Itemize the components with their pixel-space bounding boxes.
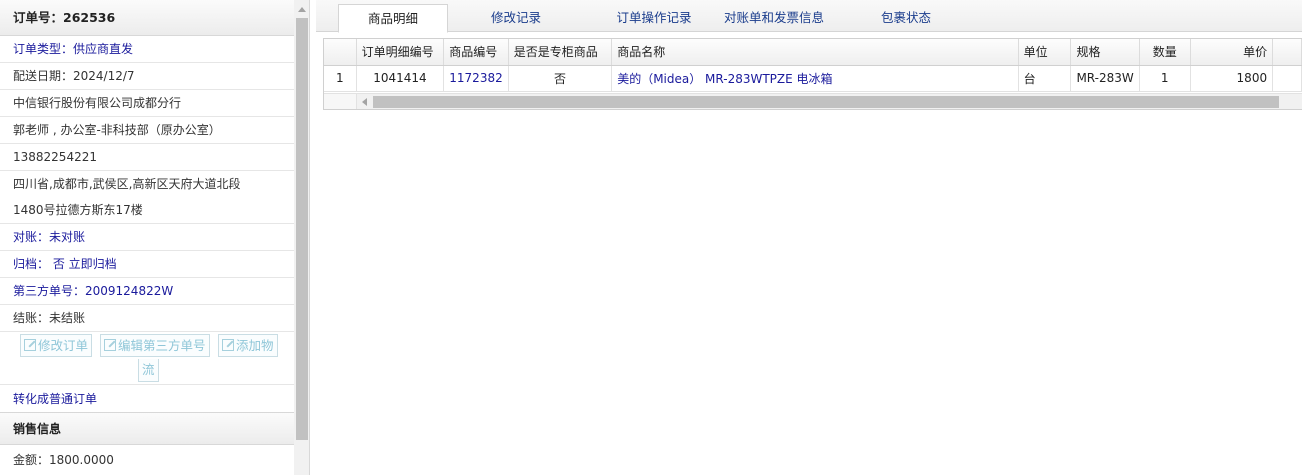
sales-info-header: 销售信息 bbox=[0, 413, 294, 445]
cell-product-no[interactable]: 1172382 bbox=[443, 65, 509, 92]
cell-qty: 1 bbox=[1139, 65, 1191, 92]
edit-third-party-label: 编辑第三方单号 bbox=[118, 338, 206, 353]
tab-modify-records[interactable]: 修改记录 bbox=[466, 4, 566, 32]
edit-icon bbox=[104, 339, 116, 351]
column-header-product-no[interactable]: 商品编号 bbox=[443, 39, 509, 66]
modify-order-button[interactable]: 修改订单 bbox=[20, 334, 93, 357]
contact-person: 郭老师 , 办公室-非科技部（原办公室） bbox=[0, 117, 294, 144]
tab-statement-invoice[interactable]: 对账单和发票信息 bbox=[714, 4, 834, 32]
customer-company: 中信银行股份有限公司成都分行 bbox=[0, 90, 294, 117]
cell-extra bbox=[1272, 65, 1302, 92]
third-party-number[interactable]: 第三方单号：2009124822W bbox=[0, 278, 294, 305]
detail-area: 商品明细 修改记录 订单操作记录 对账单和发票信息 包裹状态 订单明细编号 商品… bbox=[316, 0, 1302, 475]
column-header-rownum bbox=[324, 39, 357, 66]
cell-price: 1800 bbox=[1190, 65, 1274, 92]
column-header-spec[interactable]: 规格 bbox=[1070, 39, 1140, 66]
column-header-detail-no[interactable]: 订单明细编号 bbox=[356, 39, 445, 66]
column-header-is-counter[interactable]: 是否是专柜商品 bbox=[508, 39, 613, 66]
cell-detail-no: 1041414 bbox=[356, 65, 445, 92]
add-logistics-label-wrap: 流 bbox=[142, 362, 155, 377]
scrollbar-corner bbox=[324, 94, 357, 109]
cell-product-name[interactable]: 美的（Midea） MR-283WTPZE 电冰箱 bbox=[611, 65, 1019, 92]
column-header-price[interactable]: 单价 bbox=[1190, 39, 1274, 66]
delivery-date: 配送日期：2024/12/7 bbox=[0, 63, 294, 90]
order-info-panel: 订单号：262536 订单类型：供应商直发 配送日期：2024/12/7 中信银… bbox=[0, 0, 310, 475]
modify-order-label: 修改订单 bbox=[38, 338, 89, 353]
convert-to-normal-order-link[interactable]: 转化成普通订单 bbox=[0, 385, 294, 413]
left-panel-scrollbar[interactable] bbox=[294, 0, 309, 475]
order-type: 订单类型：供应商直发 bbox=[0, 36, 294, 63]
column-header-qty[interactable]: 数量 bbox=[1139, 39, 1191, 66]
scroll-left-arrow-icon[interactable] bbox=[362, 98, 367, 106]
cell-is-counter: 否 bbox=[508, 65, 613, 92]
settle-status: 结账：未结账 bbox=[0, 305, 294, 332]
column-header-product-name[interactable]: 商品名称 bbox=[611, 39, 1019, 66]
detail-tabs: 商品明细 修改记录 订单操作记录 对账单和发票信息 包裹状态 bbox=[316, 0, 1302, 33]
table-row[interactable]: 1 1041414 1172382 否 美的（Midea） MR-283WTPZ… bbox=[324, 65, 1302, 92]
edit-third-party-button[interactable]: 编辑第三方单号 bbox=[100, 334, 210, 357]
add-logistics-button-wrap[interactable]: 流 bbox=[138, 359, 159, 382]
column-header-extra bbox=[1272, 39, 1302, 66]
scrollbar-thumb[interactable] bbox=[296, 18, 308, 440]
archive-status[interactable]: 归档： 否 立即归档 bbox=[0, 251, 294, 278]
edit-icon bbox=[24, 339, 36, 351]
contact-phone: 13882254221 bbox=[0, 144, 294, 171]
table-header-row: 订单明细编号 商品编号 是否是专柜商品 商品名称 单位 规格 数量 单价 bbox=[324, 39, 1302, 66]
tab-product-details[interactable]: 商品明细 bbox=[338, 4, 448, 33]
add-logistics-button[interactable]: 添加物 bbox=[218, 334, 278, 357]
row-number: 1 bbox=[324, 65, 357, 92]
horizontal-scrollbar-thumb[interactable] bbox=[373, 96, 1279, 108]
column-header-unit[interactable]: 单位 bbox=[1018, 39, 1072, 66]
sales-amount: 金额：1800.0000 bbox=[13, 453, 114, 467]
order-number-header: 订单号：262536 bbox=[0, 0, 294, 36]
edit-icon bbox=[222, 339, 234, 351]
product-table: 订单明细编号 商品编号 是否是专柜商品 商品名称 单位 规格 数量 单价 1 1… bbox=[324, 39, 1302, 92]
tab-order-operation-records[interactable]: 订单操作记录 bbox=[594, 4, 714, 32]
order-action-buttons: 修改订单 编辑第三方单号 添加物 流 bbox=[0, 332, 294, 385]
address-line-2: 1480号拉德方斯东17楼 bbox=[0, 197, 294, 224]
product-details-grid: 订单明细编号 商品编号 是否是专柜商品 商品名称 单位 规格 数量 单价 1 1… bbox=[323, 38, 1302, 110]
cell-unit: 台 bbox=[1018, 65, 1072, 92]
tab-package-status[interactable]: 包裹状态 bbox=[856, 4, 956, 32]
grid-horizontal-scrollbar[interactable] bbox=[324, 93, 1302, 109]
address-line-1: 四川省,成都市,武侯区,高新区天府大道北段 bbox=[13, 177, 241, 191]
order-info-content: 订单号：262536 订单类型：供应商直发 配送日期：2024/12/7 中信银… bbox=[0, 0, 294, 473]
add-logistics-label: 添加物 bbox=[236, 338, 274, 353]
scroll-up-arrow-icon[interactable] bbox=[298, 7, 306, 12]
reconcile-status[interactable]: 对账：未对账 bbox=[0, 224, 294, 251]
cell-spec: MR-283W bbox=[1070, 65, 1140, 92]
